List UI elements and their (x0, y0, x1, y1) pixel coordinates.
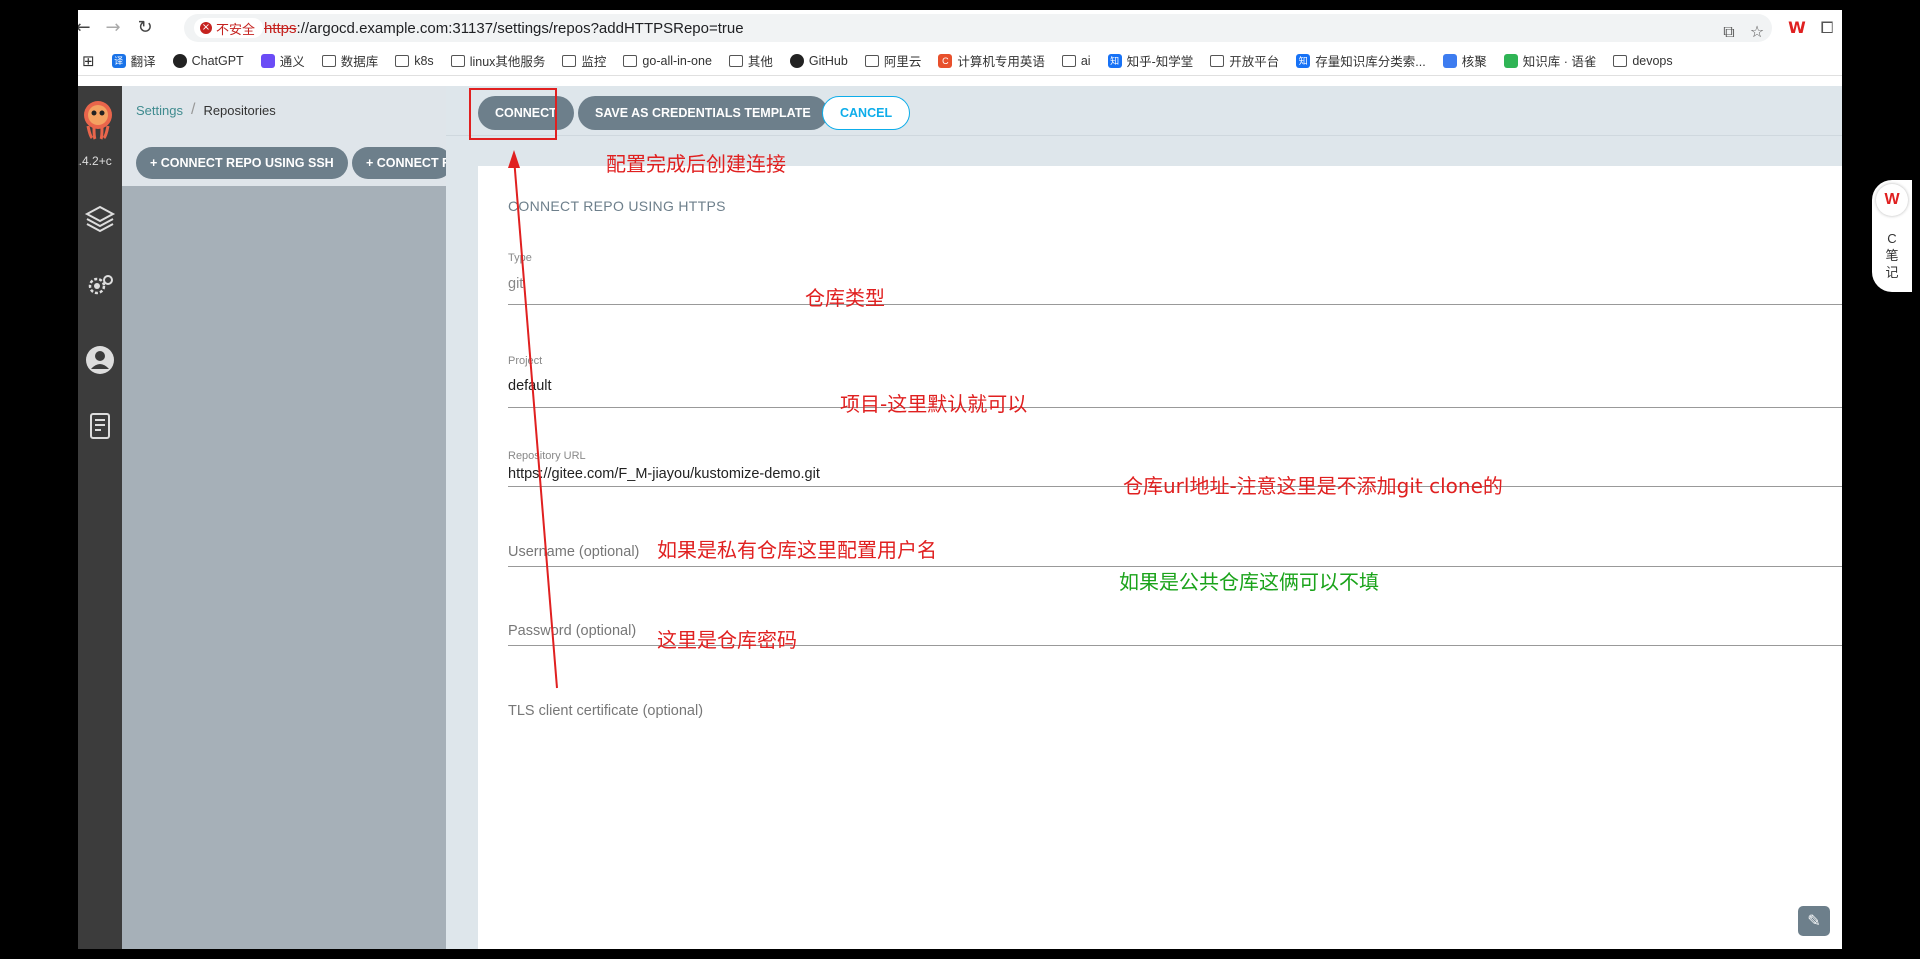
wps-logo-icon: W (1876, 184, 1908, 216)
browser-window: ← → ↻ × 不安全 https://argocd.example.com:3… (78, 10, 1842, 949)
wps-notes-widget[interactable]: W C笔记 (1872, 180, 1912, 292)
annotation-repo-url: 仓库url地址-注意这里是不添加git clone的 (1123, 474, 1503, 498)
annotation-type: 仓库类型 (805, 286, 885, 310)
magic-wand-icon[interactable]: ✎ (1798, 906, 1830, 936)
annotation-password: 这里是仓库密码 (657, 628, 797, 652)
wps-label: C笔记 (1885, 231, 1899, 280)
annotation-username: 如果是私有仓库这里配置用户名 (657, 538, 937, 562)
annotation-connect: 配置完成后创建连接 (606, 152, 786, 176)
annotation-project: 项目-这里默认就可以 (840, 392, 1028, 416)
annotation-public-repo: 如果是公共仓库这俩可以不填 (1119, 570, 1379, 594)
annotation-arrow (508, 150, 558, 689)
